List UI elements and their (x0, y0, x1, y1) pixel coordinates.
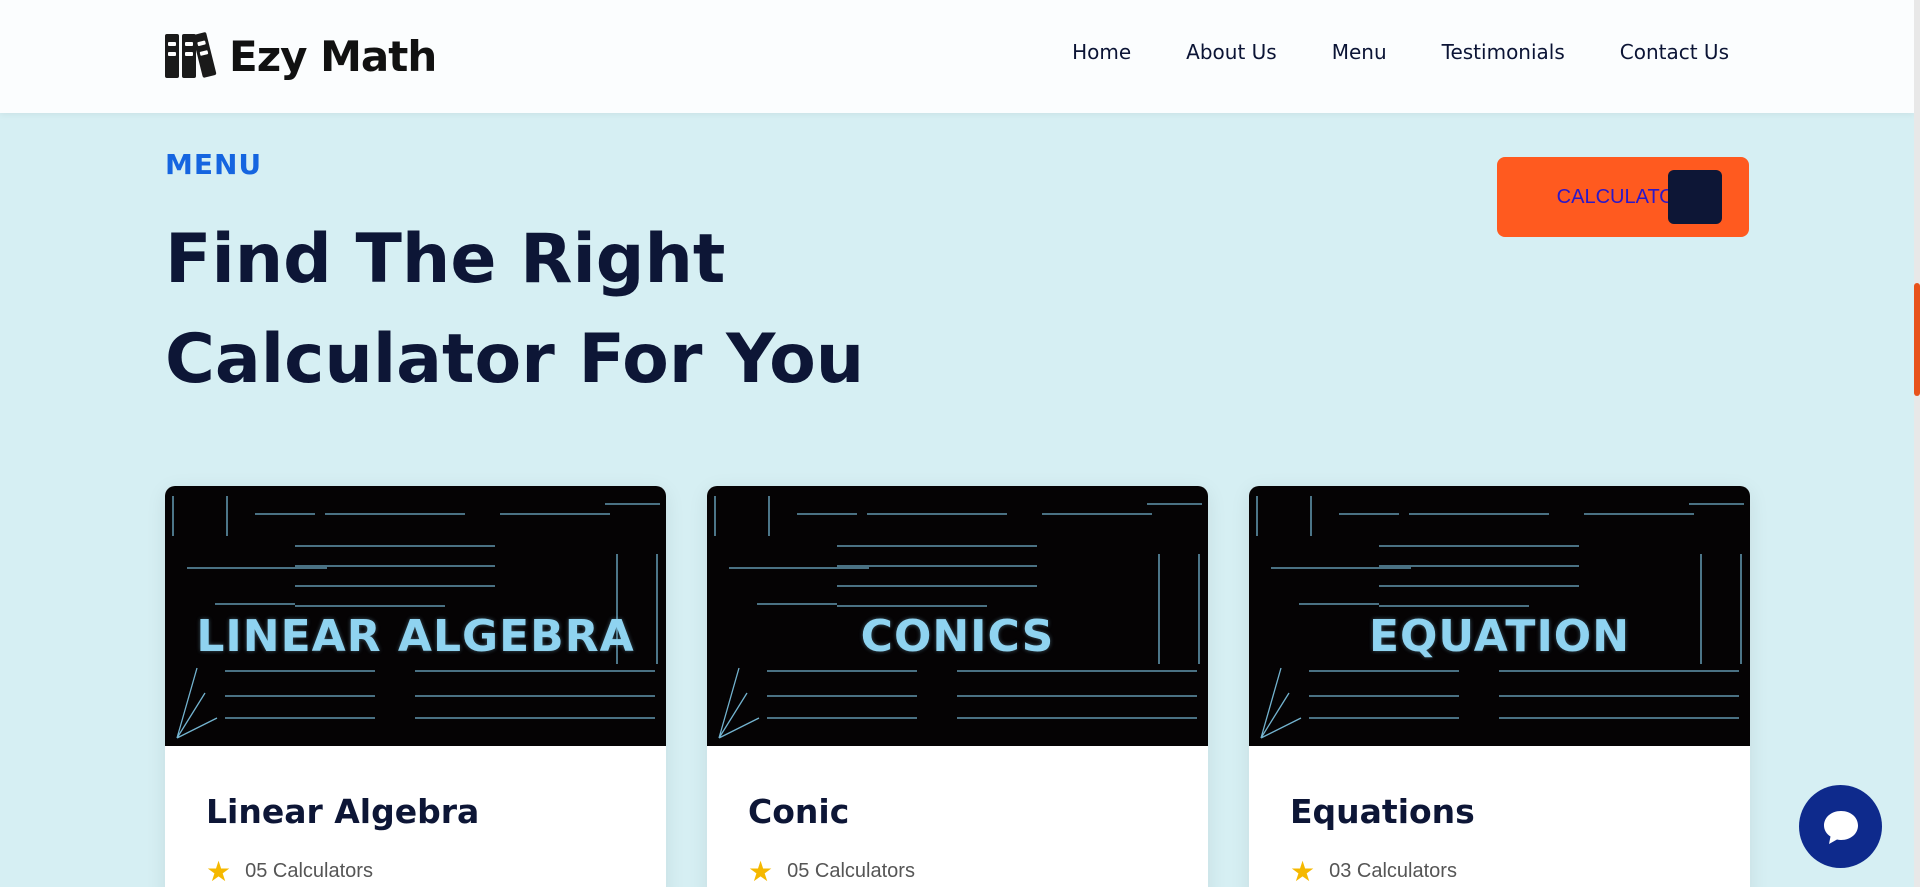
logo-books-icon (165, 31, 217, 78)
logo-text: Ezy Math (229, 31, 437, 81)
calculator-count: 05 Calculators (787, 860, 915, 882)
nav-testimonials[interactable]: Testimonials (1442, 40, 1565, 64)
nav-menu[interactable]: Menu (1332, 40, 1387, 64)
nav-home[interactable]: Home (1072, 40, 1131, 64)
scrollbar-thumb[interactable] (1914, 283, 1920, 396)
title-line-1: Find The Right (165, 220, 726, 299)
calculator-card-conic[interactable]: CONICS Conic ★ 05 Calculators (707, 486, 1208, 887)
main-nav: Home About Us Menu Testimonials Contact … (1072, 40, 1729, 64)
nav-contact-us[interactable]: Contact Us (1620, 40, 1729, 64)
chat-icon (1823, 810, 1858, 844)
card-meta: ★ 05 Calculators (748, 855, 915, 887)
star-icon: ★ (1290, 855, 1316, 887)
nav-about-us[interactable]: About Us (1186, 40, 1277, 64)
calculator-card-equations[interactable]: EQUATION Equations ★ 03 Calculators (1249, 486, 1750, 887)
card-image-label: EQUATION (1368, 611, 1631, 662)
chat-button[interactable] (1799, 785, 1882, 868)
site-header: Ezy Math Home About Us Menu Testimonials… (0, 0, 1914, 113)
card-image: CONICS (707, 486, 1208, 746)
card-image: LINEAR ALGEBRA (165, 486, 666, 746)
card-image-label: LINEAR ALGEBRA (196, 611, 635, 662)
calculator-count: 03 Calculators (1329, 860, 1457, 882)
card-meta: ★ 05 Calculators (206, 855, 373, 887)
star-icon: ★ (748, 855, 774, 887)
calculator-button[interactable]: CALCULATOR (1497, 157, 1749, 237)
calculator-count: 05 Calculators (245, 860, 373, 882)
card-meta: ★ 03 Calculators (1290, 855, 1457, 887)
card-image: EQUATION (1249, 486, 1750, 746)
title-line-2: Calculator For You (165, 320, 865, 399)
calculator-button-overlay (1668, 170, 1722, 224)
card-title[interactable]: Equations (1290, 792, 1475, 831)
card-title[interactable]: Conic (748, 792, 849, 831)
logo[interactable]: Ezy Math (165, 30, 437, 82)
page-title: Find The Right Calculator For You (165, 210, 965, 410)
card-image-label: CONICS (860, 611, 1055, 662)
calculator-card-linear-algebra[interactable]: LINEAR ALGEBRA Linear Algebra ★ 05 Calcu… (165, 486, 666, 887)
star-icon: ★ (206, 855, 232, 887)
section-kicker: MENU (165, 148, 263, 181)
page-scrollbar[interactable] (1914, 0, 1920, 887)
card-title[interactable]: Linear Algebra (206, 792, 479, 831)
